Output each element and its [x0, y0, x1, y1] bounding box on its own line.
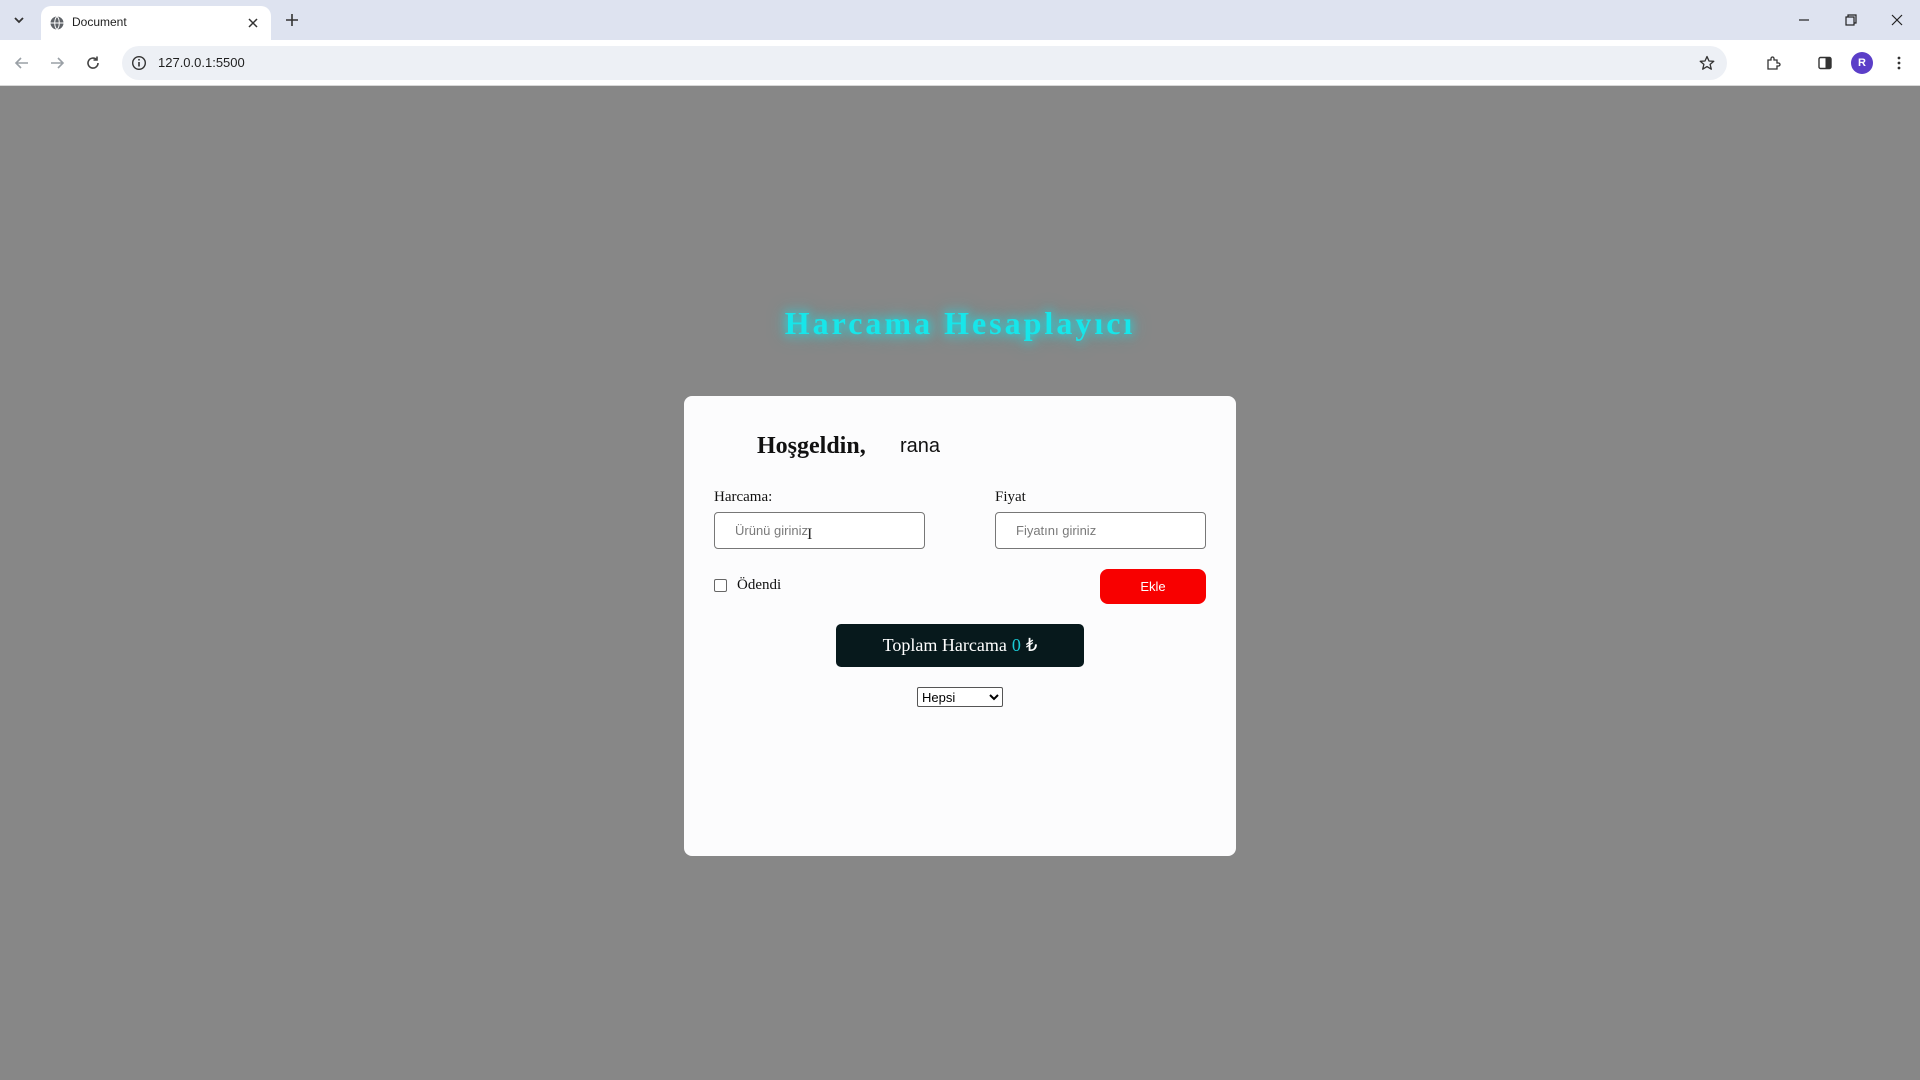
minimize-icon[interactable]: [1787, 6, 1821, 34]
forward-arrow-icon[interactable]: [44, 50, 70, 76]
currency-symbol: ₺: [1025, 635, 1038, 655]
total-amount: 0: [1011, 635, 1021, 655]
browser-tab[interactable]: Document: [41, 6, 271, 40]
tab-close-icon[interactable]: [243, 13, 263, 33]
profile-avatar[interactable]: R: [1851, 52, 1873, 74]
total-label: Toplam Harcama: [882, 635, 1007, 655]
fiyat-label: Fiyat: [995, 489, 1026, 505]
fiyat-input[interactable]: [995, 512, 1206, 549]
add-button[interactable]: Ekle: [1100, 569, 1206, 604]
extensions-puzzle-icon[interactable]: [1760, 50, 1786, 76]
reload-icon[interactable]: [80, 50, 106, 76]
restore-icon[interactable]: [1834, 6, 1868, 34]
globe-icon: [49, 15, 65, 31]
username-text: rana: [900, 435, 941, 457]
browser-tabstrip: Document: [0, 0, 1920, 40]
welcome-heading: Hoşgeldin,: [757, 433, 866, 459]
window-close-icon[interactable]: [1880, 6, 1914, 34]
filter-select[interactable]: Hepsi: [917, 687, 1003, 707]
harcama-input[interactable]: [714, 512, 925, 549]
page-title: Harcama Hesaplayıcı: [784, 305, 1136, 341]
more-menu-icon[interactable]: [1886, 50, 1912, 76]
expense-card: Hoşgeldin, rana Harcama: I Fiyat Ödendi …: [684, 396, 1236, 856]
total-expense-box: Toplam Harcama 0 ₺: [836, 624, 1084, 667]
harcama-label: Harcama:: [714, 489, 773, 505]
url-text: 127.0.0.1:5500: [158, 55, 245, 70]
side-panel-icon[interactable]: [1812, 50, 1838, 76]
address-bar[interactable]: 127.0.0.1:5500: [122, 46, 1727, 80]
back-arrow-icon[interactable]: [9, 50, 35, 76]
tab-title: Document: [72, 15, 127, 29]
paid-checkbox[interactable]: [714, 579, 727, 592]
bookmark-star-icon[interactable]: [1697, 53, 1717, 73]
tab-search-chevron-icon[interactable]: [8, 9, 30, 31]
site-info-icon[interactable]: [130, 54, 148, 72]
new-tab-plus-icon[interactable]: [281, 9, 303, 31]
browser-toolbar: 127.0.0.1:5500: [0, 40, 1920, 86]
paid-label: Ödendi: [737, 577, 782, 593]
